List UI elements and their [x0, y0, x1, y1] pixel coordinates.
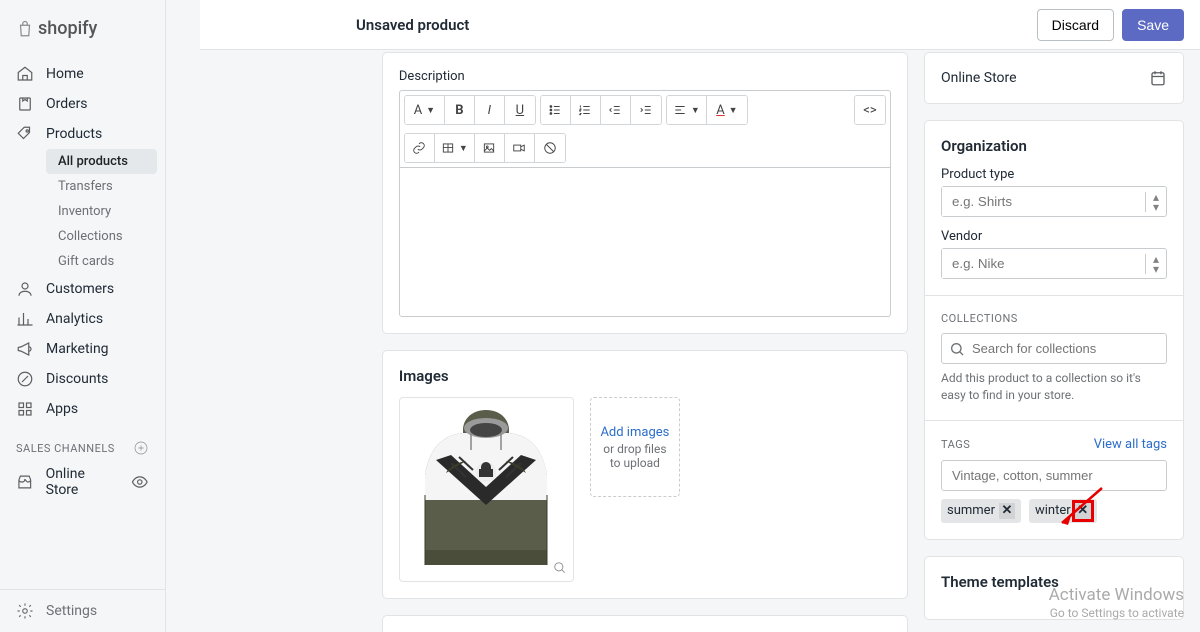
theme-templates-heading: Theme templates	[941, 573, 1167, 591]
nav-analytics[interactable]: Analytics	[0, 304, 165, 334]
rte-bullets[interactable]	[541, 96, 571, 124]
rte-image[interactable]	[475, 134, 505, 162]
description-label: Description	[399, 69, 891, 84]
remove-tag-summer[interactable]: ✕	[999, 503, 1015, 519]
discount-icon	[16, 370, 34, 388]
hoodie-illustration	[411, 405, 561, 575]
rte-link[interactable]	[405, 134, 435, 162]
rte-bold[interactable]: B	[445, 96, 475, 124]
rte-outdent[interactable]	[601, 96, 631, 124]
remove-tag-winter[interactable]: ✕	[1075, 503, 1091, 519]
product-type-input[interactable]	[942, 187, 1145, 216]
add-images-link[interactable]: Add images	[600, 425, 669, 440]
gear-icon	[16, 602, 34, 620]
vendor-input[interactable]	[942, 249, 1145, 278]
orders-icon	[16, 95, 34, 113]
product-type-dropdown-toggle[interactable]: ▴▾	[1145, 192, 1166, 212]
images-heading: Images	[399, 367, 891, 385]
add-channel-icon[interactable]	[133, 440, 149, 456]
rte-indent[interactable]	[631, 96, 661, 124]
rte-clear[interactable]	[535, 134, 565, 162]
tags-heading: TAGS	[941, 438, 970, 451]
online-store-label: Online Store	[941, 70, 1017, 86]
vendor-dropdown-toggle[interactable]: ▴▾	[1145, 254, 1166, 274]
pricing-card: Pricing	[382, 615, 908, 632]
rte-toolbar: A▼ B I U ▼ A▼	[399, 90, 891, 167]
collections-search-input[interactable]	[941, 333, 1167, 364]
collections-heading: COLLECTIONS	[941, 312, 1167, 325]
organization-heading: Organization	[941, 137, 1167, 155]
nav-products[interactable]: Products	[0, 119, 165, 149]
shopify-bag-icon	[16, 19, 34, 39]
apps-icon	[16, 400, 34, 418]
nav-home[interactable]: Home	[0, 59, 165, 89]
rte-italic[interactable]: I	[475, 96, 505, 124]
tags-input[interactable]	[941, 460, 1167, 491]
zoom-icon	[553, 561, 567, 575]
eye-icon[interactable]	[131, 473, 149, 491]
sidebar: shopify Home Orders Products All product…	[0, 0, 166, 632]
analytics-icon	[16, 310, 34, 328]
search-icon	[949, 341, 965, 357]
rte-numbers[interactable]	[571, 96, 601, 124]
megaphone-icon	[16, 340, 34, 358]
rte-table[interactable]: ▼	[435, 134, 475, 162]
description-editor[interactable]	[399, 167, 891, 317]
nav-orders[interactable]: Orders	[0, 89, 165, 119]
user-icon	[16, 280, 34, 298]
rte-underline[interactable]: U	[505, 96, 535, 124]
images-card: Images	[382, 350, 908, 599]
rte-video[interactable]	[505, 134, 535, 162]
add-images-subtext: or drop files to upload	[597, 442, 673, 470]
nav-giftcards[interactable]: Gift cards	[46, 249, 157, 274]
tag-icon	[16, 125, 34, 143]
rte-color[interactable]: A▼	[707, 96, 747, 124]
rte-font-select[interactable]: A▼	[405, 96, 445, 124]
nav-apps[interactable]: Apps	[0, 394, 165, 424]
calendar-icon[interactable]	[1149, 69, 1167, 87]
nav-online-store[interactable]: Online Store	[0, 460, 165, 504]
nav-settings[interactable]: Settings	[0, 589, 165, 632]
brand-logo: shopify	[0, 8, 165, 49]
page-title: Unsaved product	[356, 16, 469, 34]
save-button[interactable]: Save	[1122, 9, 1184, 41]
description-card: Description A▼ B I U ▼	[382, 52, 908, 334]
nav-inventory[interactable]: Inventory	[46, 199, 157, 224]
product-type-label: Product type	[941, 167, 1167, 182]
discard-button[interactable]: Discard	[1037, 9, 1114, 41]
nav-transfers[interactable]: Transfers	[46, 174, 157, 199]
store-icon	[16, 473, 34, 491]
theme-templates-card: Theme templates	[924, 556, 1184, 620]
view-all-tags-link[interactable]: View all tags	[1094, 437, 1167, 452]
rte-align[interactable]: ▼	[667, 96, 707, 124]
topbar: Unsaved product Discard Save	[200, 0, 1200, 50]
nav-collections[interactable]: Collections	[46, 224, 157, 249]
sales-channels-label: SALES CHANNELS	[0, 424, 165, 460]
nav-discounts[interactable]: Discounts	[0, 364, 165, 394]
nav-customers[interactable]: Customers	[0, 274, 165, 304]
vendor-label: Vendor	[941, 229, 1167, 244]
nav-all-products[interactable]: All products	[46, 149, 157, 174]
product-image-1[interactable]	[399, 397, 574, 582]
home-icon	[16, 65, 34, 83]
online-store-card: Online Store	[924, 52, 1184, 104]
collections-help-text: Add this product to a collection so it's…	[941, 370, 1167, 404]
add-images-dropzone[interactable]: Add images or drop files to upload	[590, 397, 680, 497]
tag-summer: summer ✕	[941, 499, 1021, 523]
nav-marketing[interactable]: Marketing	[0, 334, 165, 364]
tag-winter: winter ✕	[1029, 499, 1097, 523]
rte-html[interactable]: <>	[855, 96, 885, 124]
organization-card: Organization Product type ▴▾ Vendor ▴▾ C…	[924, 120, 1184, 540]
